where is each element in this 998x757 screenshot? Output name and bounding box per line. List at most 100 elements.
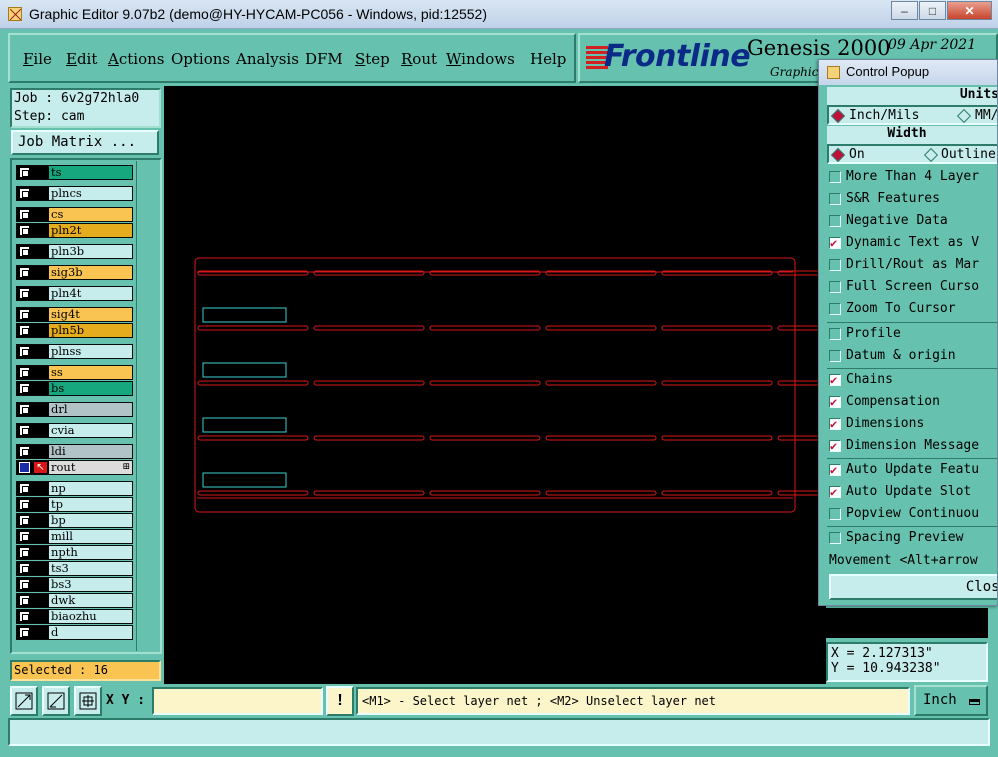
popup-close-button[interactable]: Close <box>829 574 997 600</box>
radio-outline-icon[interactable] <box>923 147 939 163</box>
menu-help[interactable]: Help <box>530 50 566 68</box>
layer-row-npth[interactable]: npth <box>16 545 133 560</box>
checkbox-icon[interactable] <box>829 508 841 520</box>
checkbox-icon[interactable] <box>829 532 841 544</box>
layer-checkbox-icon[interactable] <box>19 531 30 542</box>
layer-checkbox-icon[interactable] <box>19 309 30 320</box>
layer-checkbox-icon[interactable] <box>19 267 30 278</box>
layer-checkbox-icon[interactable] <box>19 579 30 590</box>
layer-row-dwk[interactable]: dwk <box>16 593 133 608</box>
layer-checkbox-icon[interactable] <box>19 367 30 378</box>
layer-checkbox-icon[interactable] <box>19 246 30 257</box>
close-button[interactable]: ✕ <box>947 1 992 20</box>
window-title-bar[interactable]: Graphic Editor 9.07b2 (demo@HY-HYCAM-PC0… <box>0 0 998 29</box>
layer-row-rout[interactable]: ↖ rout ⊞ <box>16 460 133 475</box>
layer-row-plnss[interactable]: plnss <box>16 344 133 359</box>
layer-checkbox-icon[interactable] <box>19 547 30 558</box>
layer-row-ts[interactable]: ts <box>16 165 133 180</box>
checkbox-icon[interactable] <box>829 328 841 340</box>
layer-row-pln3b[interactable]: pln3b <box>16 244 133 259</box>
layer-checkbox-icon[interactable] <box>19 209 30 220</box>
layer-row-bs[interactable]: bs <box>16 381 133 396</box>
radio-inch-icon[interactable] <box>830 108 846 124</box>
layer-checkbox-icon[interactable] <box>19 611 30 622</box>
checkbox-icon[interactable] <box>829 215 841 227</box>
layer-row-cs[interactable]: cs <box>16 207 133 222</box>
checkbox-icon[interactable] <box>829 460 841 480</box>
layer-expand-icon[interactable]: ⊞ <box>122 461 130 474</box>
xy-input[interactable] <box>152 687 323 715</box>
maximize-button[interactable]: □ <box>919 1 946 20</box>
layer-row-biaozhu[interactable]: biaozhu <box>16 609 133 624</box>
radio-width-on-icon[interactable] <box>830 147 846 163</box>
zoom-window-button[interactable] <box>10 686 38 716</box>
checkbox-icon[interactable] <box>829 259 841 271</box>
menu-edit[interactable]: Edit <box>66 50 97 68</box>
layer-row-sig3b[interactable]: sig3b <box>16 265 133 280</box>
checkbox-icon[interactable] <box>829 392 841 412</box>
layer-row-sig4t[interactable]: sig4t <box>16 307 133 322</box>
menu-analysis[interactable]: Analysis <box>236 50 299 68</box>
minimize-button[interactable]: – <box>891 1 918 20</box>
layer-checkbox-icon[interactable] <box>19 563 30 574</box>
layer-row-bp[interactable]: bp <box>16 513 133 528</box>
info-button[interactable]: ! <box>326 686 354 716</box>
menu-file[interactable]: File <box>23 50 52 68</box>
layer-checkbox-icon[interactable] <box>19 346 30 357</box>
menu-windows[interactable]: Windows <box>446 50 515 68</box>
layer-checkbox-icon[interactable] <box>19 404 30 415</box>
popup-title-bar[interactable]: Control Popup <box>819 60 997 85</box>
checkbox-icon[interactable] <box>829 350 841 362</box>
layer-checkbox-icon[interactable] <box>19 595 30 606</box>
layer-row-tp[interactable]: tp <box>16 497 133 512</box>
layer-row-drl[interactable]: drl <box>16 402 133 417</box>
job-matrix-button[interactable]: Job Matrix ... <box>11 130 159 155</box>
graphic-canvas[interactable] <box>164 86 826 684</box>
layer-checkbox-icon[interactable] <box>19 483 30 494</box>
menu-rout[interactable]: Rout <box>401 50 437 68</box>
layer-checkbox-icon[interactable] <box>19 446 30 457</box>
menu-actions[interactable]: Actions <box>108 50 164 68</box>
layer-checkbox-icon[interactable] <box>19 225 30 236</box>
menu-dfm[interactable]: DFM <box>305 50 343 68</box>
layer-checkbox-icon[interactable] <box>19 288 30 299</box>
zoom-edit-button[interactable] <box>42 686 70 716</box>
command-line-input[interactable] <box>8 718 990 746</box>
layer-checkbox-icon[interactable] <box>19 515 30 526</box>
layer-row-ldi[interactable]: ldi <box>16 444 133 459</box>
layer-list-scrollbar[interactable] <box>136 161 159 651</box>
layer-row-ts3[interactable]: ts3 <box>16 561 133 576</box>
checkbox-icon[interactable] <box>829 370 841 390</box>
menu-options[interactable]: Options <box>171 50 230 68</box>
checkbox-icon[interactable] <box>829 193 841 205</box>
menu-step[interactable]: Step <box>355 50 390 68</box>
layer-checkbox-icon[interactable] <box>19 167 30 178</box>
layer-row-d[interactable]: d <box>16 625 133 640</box>
checkbox-icon[interactable] <box>829 171 841 183</box>
radio-mm-icon[interactable] <box>956 108 972 124</box>
checkbox-icon[interactable] <box>829 482 841 502</box>
layer-row-mill[interactable]: mill <box>16 529 133 544</box>
layer-checkbox-icon[interactable] <box>19 627 30 638</box>
layer-row-pln4t[interactable]: pln4t <box>16 286 133 301</box>
checkbox-icon[interactable] <box>829 303 841 315</box>
layer-row-np[interactable]: np <box>16 481 133 496</box>
layer-row-cvia[interactable]: cvia <box>16 423 133 438</box>
layer-row-plncs[interactable]: plncs <box>16 186 133 201</box>
units-dropdown[interactable]: Inch <box>914 685 988 716</box>
layer-checkbox-icon[interactable] <box>19 499 30 510</box>
layer-checkbox-icon[interactable] <box>19 425 30 436</box>
layer-checkbox-icon[interactable] <box>19 325 30 336</box>
layer-row-pln5b[interactable]: pln5b <box>16 323 133 338</box>
layer-row-ss[interactable]: ss <box>16 365 133 380</box>
work-layer-icon[interactable] <box>19 462 30 473</box>
checkbox-icon[interactable] <box>829 436 841 456</box>
checkbox-icon[interactable] <box>829 233 841 253</box>
checkbox-icon[interactable] <box>829 281 841 293</box>
grid-snap-button[interactable] <box>74 686 102 716</box>
layer-checkbox-icon[interactable] <box>19 188 30 199</box>
checkbox-icon[interactable] <box>829 414 841 434</box>
layer-checkbox-icon[interactable] <box>19 383 30 394</box>
layer-row-pln2t[interactable]: pln2t <box>16 223 133 238</box>
layer-row-bs3[interactable]: bs3 <box>16 577 133 592</box>
